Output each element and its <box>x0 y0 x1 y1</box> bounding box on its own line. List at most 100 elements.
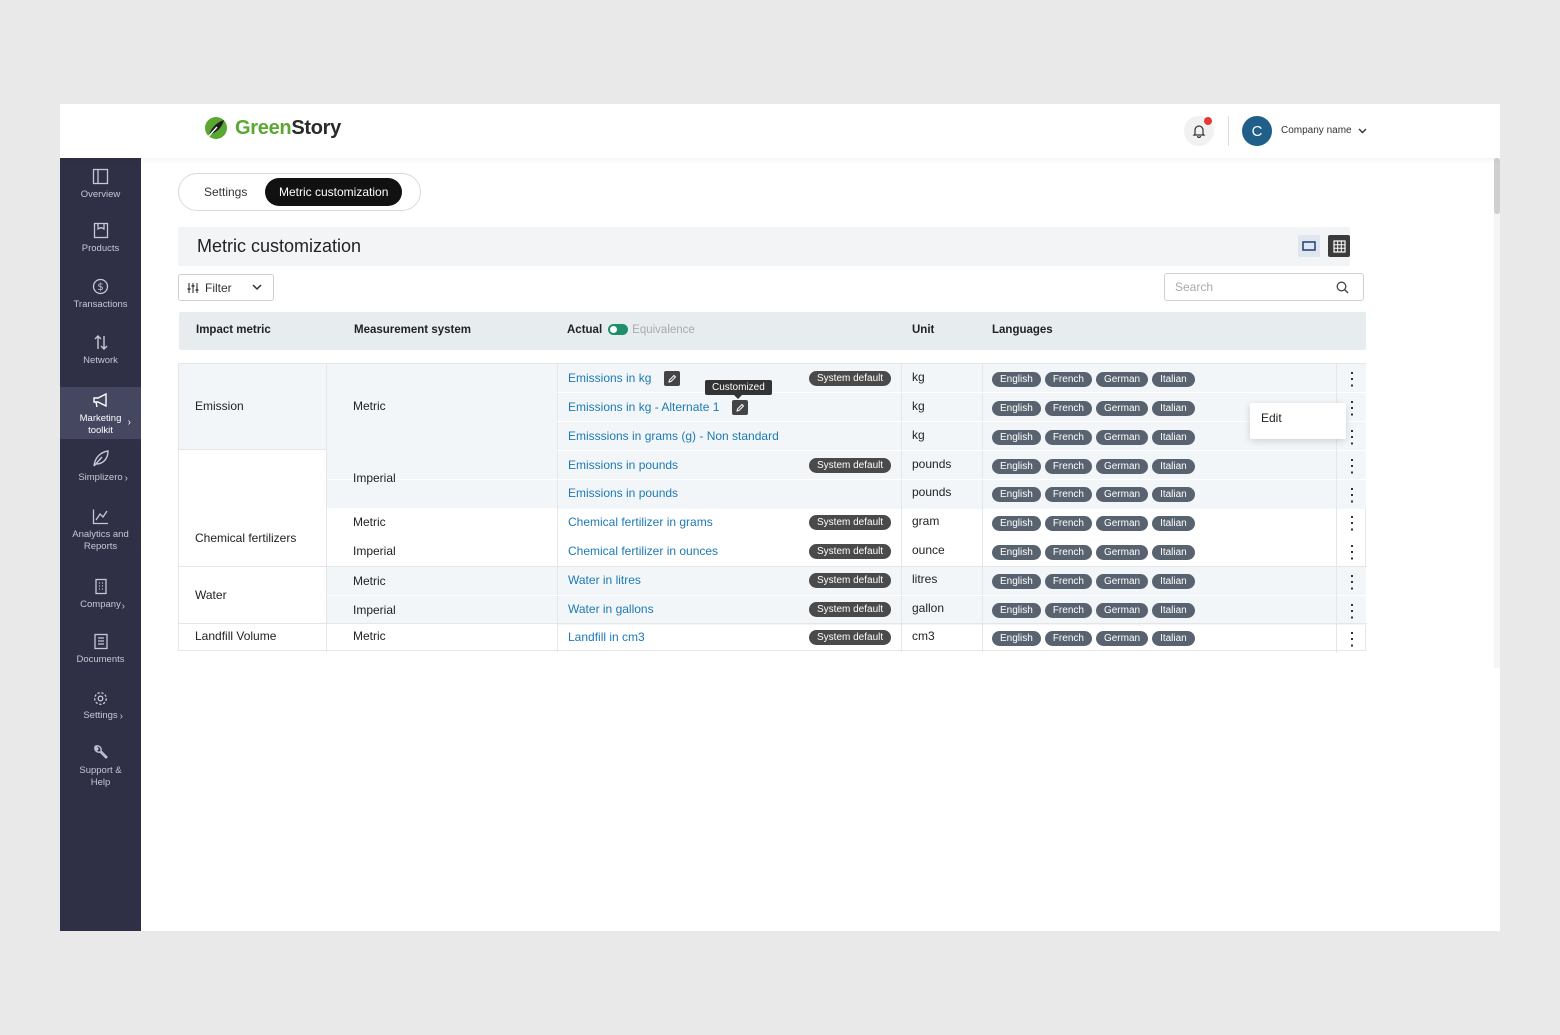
row-menu-button[interactable]: ⋮ <box>1336 567 1367 596</box>
greenstory-logo[interactable]: GreenStory <box>203 115 341 141</box>
language-chip[interactable]: French <box>1044 487 1092 502</box>
scrollbar-thumb[interactable] <box>1494 158 1500 214</box>
language-chip[interactable]: Italian <box>1152 401 1195 416</box>
sidebar-item-settings[interactable]: Settings › <box>60 691 141 739</box>
language-chip[interactable]: English <box>992 487 1041 502</box>
language-chip[interactable]: German <box>1095 631 1149 646</box>
row-menu-button[interactable]: ⋮ <box>1336 508 1367 537</box>
language-chip[interactable]: Italian <box>1152 430 1195 445</box>
language-chip[interactable]: English <box>992 631 1041 646</box>
language-chip[interactable]: Italian <box>1152 372 1195 387</box>
language-chip[interactable]: French <box>1044 574 1092 589</box>
metric-name-link[interactable]: Emissions in kg <box>568 371 651 385</box>
metric-name-link[interactable]: Water in litres <box>568 573 641 587</box>
unit-value: litres <box>912 572 938 586</box>
language-chip[interactable]: Italian <box>1152 631 1195 646</box>
edit-metric-button[interactable] <box>732 400 748 415</box>
row-menu-button[interactable]: ⋮ <box>1336 364 1367 393</box>
language-chip[interactable]: German <box>1095 459 1149 474</box>
metric-name-link[interactable]: Emissions in pounds <box>568 486 678 500</box>
row-menu-button[interactable]: ⋮ <box>1336 537 1367 566</box>
language-chip[interactable]: German <box>1095 430 1149 445</box>
sidebar-item-overview[interactable]: Overview <box>60 168 141 216</box>
search-input[interactable] <box>1175 274 1335 300</box>
filter-dropdown[interactable]: Filter <box>178 274 274 301</box>
sidebar-item-analytics[interactable]: Analytics and Reports <box>60 508 141 562</box>
language-chip[interactable]: Italian <box>1152 574 1195 589</box>
language-chip[interactable]: Italian <box>1152 487 1195 502</box>
sidebar-item-support[interactable]: Support & Help <box>60 744 141 794</box>
language-chip[interactable]: French <box>1044 459 1092 474</box>
language-chip[interactable]: French <box>1044 401 1092 416</box>
language-chip[interactable]: English <box>992 603 1041 618</box>
language-chip[interactable]: Italian <box>1152 516 1195 531</box>
grid-view-button[interactable] <box>1328 235 1350 257</box>
language-chip[interactable]: French <box>1044 631 1092 646</box>
sidebar-item-network[interactable]: Network <box>60 334 141 382</box>
table-row: Water in gallons System default gallon E… <box>179 596 1367 625</box>
language-chip[interactable]: German <box>1095 516 1149 531</box>
sidebar-item-simplizero[interactable]: Simplizero › <box>60 449 141 497</box>
language-chip[interactable]: French <box>1044 372 1092 387</box>
products-icon <box>93 222 108 239</box>
language-chip[interactable]: English <box>992 516 1041 531</box>
grid-view-icon <box>1332 239 1346 253</box>
sidebar-item-company[interactable]: Company › <box>60 578 141 626</box>
metric-name-link[interactable]: Emissions in pounds <box>568 458 678 472</box>
language-chip[interactable]: English <box>992 401 1041 416</box>
metric-name-link[interactable]: Emissions in kg - Alternate 1 <box>568 400 719 414</box>
tab-settings[interactable]: Settings <box>190 178 261 206</box>
company-dropdown[interactable]: Company name <box>1281 125 1367 136</box>
language-chip[interactable]: French <box>1044 603 1092 618</box>
edit-metric-button[interactable] <box>664 371 680 386</box>
notifications-button[interactable] <box>1184 116 1214 146</box>
search-icon[interactable] <box>1336 281 1349 294</box>
row-menu-button[interactable]: ⋮ <box>1336 480 1367 509</box>
column-header-languages[interactable]: Languages <box>992 324 1053 336</box>
language-chips: English French German Italian <box>992 515 1199 531</box>
language-chip[interactable]: Italian <box>1152 545 1195 560</box>
list-view-button[interactable] <box>1298 235 1320 257</box>
sidebar-item-label: Documents <box>76 654 125 665</box>
language-chip[interactable]: English <box>992 574 1041 589</box>
metric-name-link[interactable]: Emisssions in grams (g) - Non standard <box>568 429 779 443</box>
language-chip[interactable]: English <box>992 430 1041 445</box>
unit-value: kg <box>912 399 925 413</box>
column-header-unit[interactable]: Unit <box>912 324 934 336</box>
row-menu-button[interactable]: ⋮ <box>1336 624 1367 653</box>
sidebar-item-marketing-toolkit[interactable]: Marketing toolkit › <box>60 387 141 439</box>
column-header-measurement-system[interactable]: Measurement system <box>354 324 471 336</box>
language-chip[interactable]: French <box>1044 430 1092 445</box>
avatar[interactable]: C <box>1242 116 1272 146</box>
actual-equivalence-toggle[interactable] <box>608 324 629 336</box>
edit-menu-item[interactable]: Edit <box>1261 411 1282 425</box>
language-chip[interactable]: German <box>1095 603 1149 618</box>
language-chip[interactable]: German <box>1095 372 1149 387</box>
sidebar-item-documents[interactable]: Documents <box>60 633 141 681</box>
metric-name-link[interactable]: Water in gallons <box>568 602 654 616</box>
sidebar-item-transactions[interactable]: $ Transactions <box>60 278 141 326</box>
language-chip[interactable]: French <box>1044 545 1092 560</box>
table-header: Impact metric Measurement system Actual E… <box>179 312 1366 350</box>
language-chip[interactable]: English <box>992 545 1041 560</box>
sidebar-item-products[interactable]: Products <box>60 222 141 270</box>
language-chip[interactable]: German <box>1095 545 1149 560</box>
language-chip[interactable]: French <box>1044 516 1092 531</box>
system-default-badge: System default <box>809 602 892 617</box>
language-chip[interactable]: Italian <box>1152 459 1195 474</box>
language-chips: English French German Italian <box>992 458 1199 474</box>
language-chip[interactable]: German <box>1095 487 1149 502</box>
language-chip[interactable]: German <box>1095 401 1149 416</box>
tab-metric-customization[interactable]: Metric customization <box>265 178 403 206</box>
metric-name-link[interactable]: Chemical fertilizer in ounces <box>568 544 718 558</box>
metric-name-link[interactable]: Landfill in cm3 <box>568 630 645 644</box>
metric-name-link[interactable]: Chemical fertilizer in grams <box>568 515 713 529</box>
language-chip[interactable]: English <box>992 459 1041 474</box>
vertical-scrollbar[interactable] <box>1494 158 1500 668</box>
language-chip[interactable]: Italian <box>1152 603 1195 618</box>
column-header-impact-metric[interactable]: Impact metric <box>196 324 271 336</box>
language-chip[interactable]: German <box>1095 574 1149 589</box>
row-menu-button[interactable]: ⋮ <box>1336 451 1367 480</box>
language-chip[interactable]: English <box>992 372 1041 387</box>
row-menu-button[interactable]: ⋮ <box>1336 596 1367 625</box>
